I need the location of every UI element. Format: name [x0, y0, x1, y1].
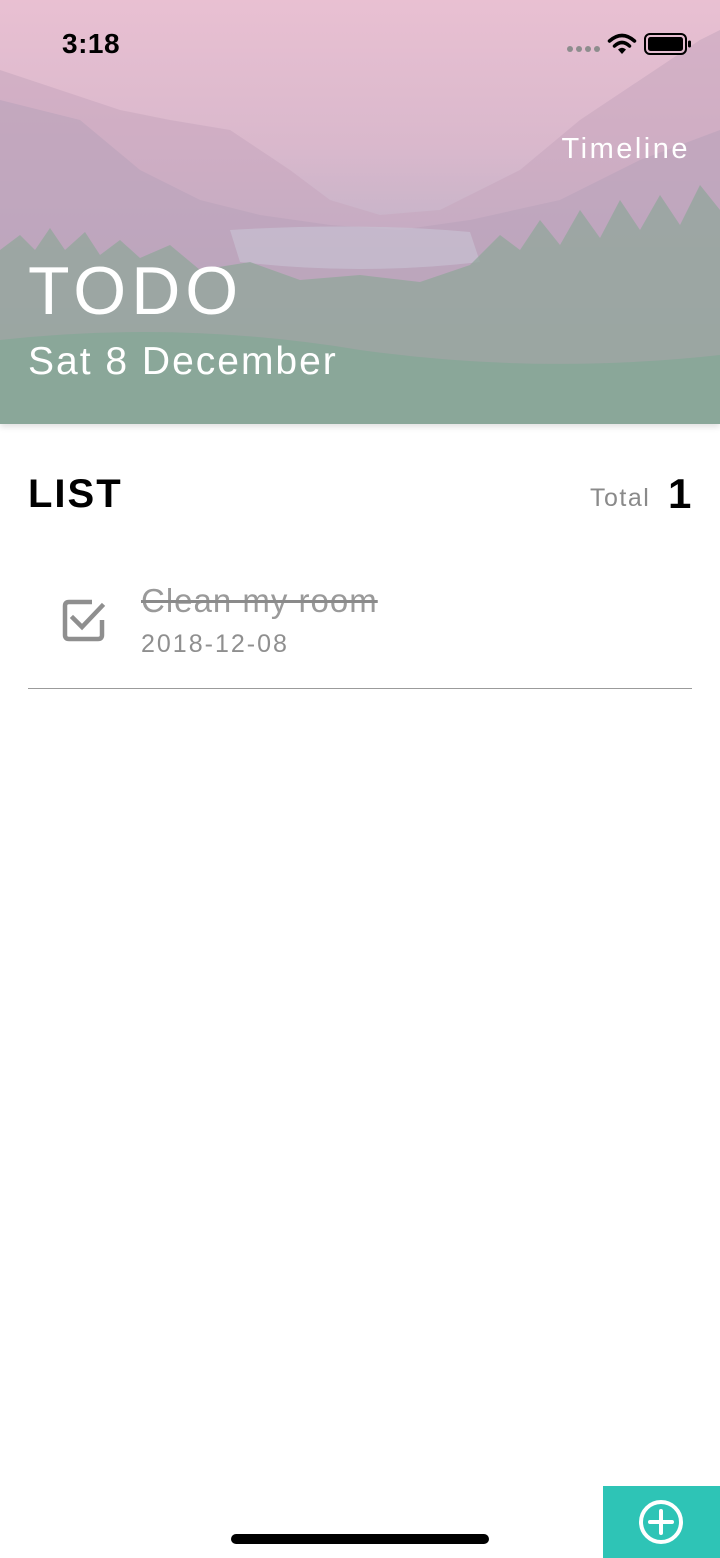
battery-icon	[644, 33, 691, 55]
add-circle-icon	[639, 1500, 683, 1544]
checked-checkbox-icon[interactable]	[62, 598, 106, 642]
wifi-icon	[607, 33, 637, 54]
todo-title: Clean my room	[141, 582, 378, 619]
cellular-signal-icon	[567, 46, 600, 52]
item-divider	[28, 688, 692, 689]
home-indicator	[231, 1534, 489, 1544]
current-date: Sat 8 December	[28, 340, 338, 383]
list-heading: LIST	[28, 472, 123, 516]
timeline-link[interactable]: Timeline	[561, 133, 690, 166]
add-todo-button[interactable]	[603, 1486, 720, 1558]
status-bar: 3:18	[0, 0, 720, 88]
todo-list-item[interactable]: Clean my room 2018-12-08	[28, 560, 692, 688]
total-count: 1	[668, 470, 692, 517]
status-time: 3:18	[62, 28, 121, 59]
total-label: Total	[590, 484, 651, 512]
todo-date: 2018-12-08	[141, 630, 289, 658]
header-banner: 3:18 Timeline TODO Sat 8 December	[0, 0, 720, 424]
app-title: TODO	[28, 253, 244, 329]
